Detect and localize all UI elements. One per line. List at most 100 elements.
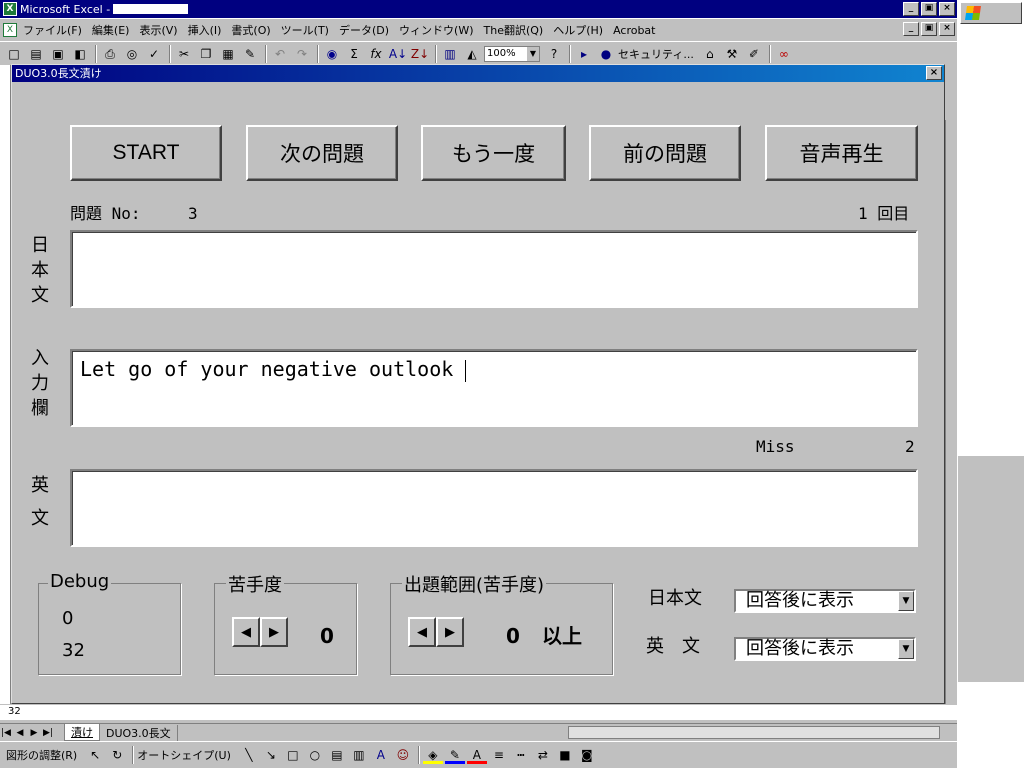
chevron-down-icon[interactable]: ▼ [527,46,539,61]
minimize-button[interactable]: _ [903,2,919,16]
dash-style-icon[interactable]: ┅ [511,746,531,764]
control-toolbox-icon[interactable]: ⌂ [700,45,720,63]
first-sheet-icon[interactable]: |◀ [0,724,12,742]
format-painter-icon[interactable]: ✎ [240,45,260,63]
difficulty-decrease-button[interactable]: ◀ [232,617,260,647]
jp-display-value: 回答後に表示 [746,590,854,611]
sheet-tab[interactable]: DUO3.0長文 [100,724,178,741]
dialog-close-button[interactable]: × [926,66,942,80]
difficulty-increase-button[interactable]: ▶ [260,617,288,647]
vertical-scrollbar[interactable] [945,120,956,720]
english-textbox[interactable] [70,469,918,547]
menu-insert[interactable]: 挿入(I) [188,22,222,38]
menu-file[interactable]: ファイル(F) [23,22,82,38]
print-preview-icon[interactable]: ◎ [122,45,142,63]
problem-number-label: 問題 No: [70,204,141,223]
design-mode-icon[interactable]: ✐ [744,45,764,63]
menu-format[interactable]: 書式(O) [231,22,270,38]
en-display-select[interactable]: 回答後に表示 ▼ [734,637,916,661]
chart-wizard-icon[interactable]: ▥ [440,45,460,63]
japanese-label-char: 日 [31,235,49,256]
spelling-icon[interactable]: ✓ [144,45,164,63]
security-button[interactable]: セキュリティ... [618,46,694,62]
help-icon[interactable]: ? [544,45,564,63]
autosum-icon[interactable]: Σ [344,45,364,63]
ellipse-icon[interactable]: ○ [305,746,325,764]
arrow-icon[interactable]: ↘ [261,746,281,764]
standard-toolbar: □ ▤ ▣ ◧ ⎙ ◎ ✓ ✂ ❐ ▦ ✎ ↶ ↷ ◉ Σ fx A↓ Z↓ ▥… [0,41,957,65]
menu-view[interactable]: 表示(V) [139,22,177,38]
taskbar-button[interactable] [960,2,1022,24]
textbox-icon[interactable]: ▤ [327,746,347,764]
sort-asc-icon[interactable]: A↓ [388,45,408,63]
record-icon[interactable]: ● [596,45,616,63]
japanese-textbox[interactable] [70,230,918,308]
zoom-combo[interactable]: 100% ▼ [484,45,540,62]
restore-button[interactable]: ▣ [921,2,937,16]
drawing-icon[interactable]: ◭ [462,45,482,63]
draw-adjust-menu[interactable]: 図形の調整(R) [6,747,77,763]
retry-button[interactable]: もう一度 [421,125,566,181]
prev-sheet-icon[interactable]: ◀ [14,724,26,742]
answer-input[interactable]: Let go of your negative outlook [70,349,918,427]
difficulty-value: 0 [320,624,334,648]
close-button[interactable]: × [939,2,955,16]
clipart-icon[interactable]: ☺ [393,746,413,764]
workbook-icon[interactable]: X [3,23,17,37]
arrow-style-icon[interactable]: ⇄ [533,746,553,764]
doc-restore-button[interactable]: ▣ [921,22,937,36]
shadow-icon[interactable]: ■ [555,746,575,764]
copy-icon[interactable]: ❐ [196,45,216,63]
function-icon[interactable]: fx [366,45,386,63]
horizontal-scrollbar[interactable] [568,726,940,739]
menu-translate[interactable]: The翻訳(Q) [484,22,544,38]
3d-icon[interactable]: ◙ [577,746,597,764]
menu-data[interactable]: データ(D) [339,22,389,38]
fill-color-icon[interactable]: ◈ [422,746,443,764]
new-icon[interactable]: □ [4,45,24,63]
wordart-icon[interactable]: A [371,746,391,764]
doc-minimize-button[interactable]: _ [903,22,919,36]
sort-desc-icon[interactable]: Z↓ [410,45,430,63]
toolbar-separator [435,44,437,63]
free-rotate-icon[interactable]: ↻ [107,746,127,764]
last-sheet-icon[interactable]: ▶| [42,724,54,742]
next-sheet-icon[interactable]: ▶ [28,724,40,742]
hyperlink-icon[interactable]: ◉ [322,45,342,63]
print-icon[interactable]: ⎙ [100,45,120,63]
menu-help[interactable]: ヘルプ(H) [553,22,603,38]
undo-icon[interactable]: ↶ [270,45,290,63]
run-icon[interactable]: ▸ [574,45,594,63]
range-increase-button[interactable]: ▶ [436,617,464,647]
font-color-icon[interactable]: A [466,746,487,764]
rectangle-icon[interactable]: □ [283,746,303,764]
line-color-icon[interactable]: ✎ [444,746,465,764]
line-icon[interactable]: ╲ [239,746,259,764]
menu-edit[interactable]: 編集(E) [92,22,130,38]
menu-tools[interactable]: ツール(T) [281,22,329,38]
save-icon[interactable]: ▣ [48,45,68,63]
line-style-icon[interactable]: ≡ [489,746,509,764]
vertical-textbox-icon[interactable]: ▥ [349,746,369,764]
cut-icon[interactable]: ✂ [174,45,194,63]
previous-question-button[interactable]: 前の問題 [589,125,741,181]
select-pointer-icon[interactable]: ↖ [85,746,105,764]
doc-close-button[interactable]: × [939,22,955,36]
paste-icon[interactable]: ▦ [218,45,238,63]
next-question-button[interactable]: 次の問題 [246,125,398,181]
play-audio-button[interactable]: 音声再生 [765,125,918,181]
sheet-tab-active[interactable]: 漬け [64,724,100,741]
range-decrease-button[interactable]: ◀ [408,617,436,647]
jp-display-select[interactable]: 回答後に表示 ▼ [734,589,916,613]
menu-window[interactable]: ウィンドウ(W) [399,22,473,38]
chevron-down-icon[interactable]: ▼ [898,591,914,611]
open-icon[interactable]: ▤ [26,45,46,63]
chevron-down-icon[interactable]: ▼ [898,639,914,659]
menu-acrobat[interactable]: Acrobat [613,24,655,37]
autoshape-menu[interactable]: オートシェイプ(U) [137,747,231,763]
tools-icon[interactable]: ⚒ [722,45,742,63]
permission-icon[interactable]: ◧ [70,45,90,63]
redo-icon[interactable]: ↷ [292,45,312,63]
start-button[interactable]: START [70,125,222,181]
acrobat-icon[interactable]: ∞ [774,45,794,63]
